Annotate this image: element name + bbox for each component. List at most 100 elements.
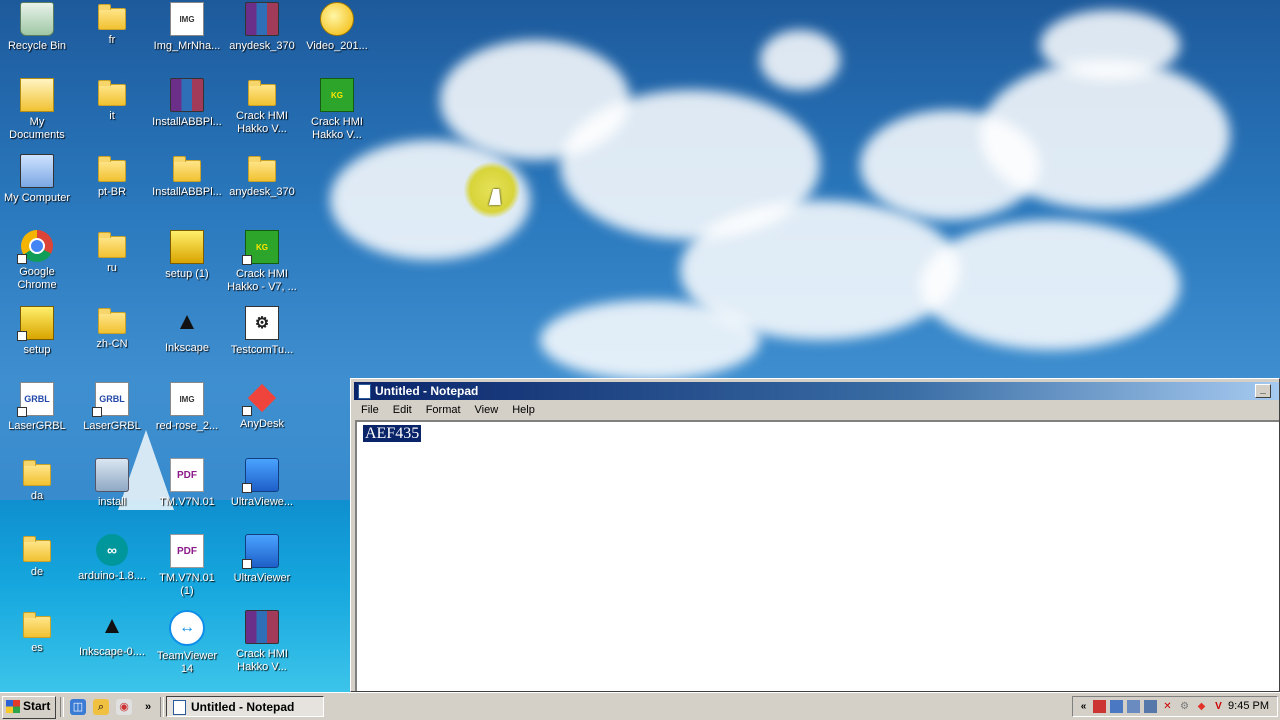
desktop-icon[interactable]: it [75, 76, 149, 146]
lasergrbl-icon: GRBL [92, 382, 129, 417]
desktop-icon-label: UltraViewer [233, 572, 291, 584]
desktop-icon-label: LaserGRBL [83, 420, 141, 432]
desktop-icon-label: red-rose_2... [155, 420, 219, 432]
clock[interactable]: 9:45 PM [1228, 700, 1269, 712]
task-button-label: Untitled - Notepad [191, 700, 295, 714]
desktop-icon-label: arduino-1.8.... [78, 570, 146, 582]
desktop-icon[interactable]: ∞ arduino-1.8.... [75, 532, 149, 602]
tray-display-icon[interactable] [1127, 700, 1140, 713]
desktop-icon[interactable]: KG Crack HMI Hakko - V7, ... [225, 228, 299, 298]
arduino-icon: ∞ [96, 534, 128, 566]
desktop-icon[interactable]: ▲ Inkscape [150, 304, 224, 374]
desktop-icon[interactable]: anydesk_370 [225, 0, 299, 70]
desktop-icon[interactable]: setup [0, 304, 74, 374]
folder-icon [98, 232, 126, 258]
desktop-icon[interactable]: KG Crack HMI Hakko V... [300, 76, 374, 146]
tray-expand-icon[interactable]: « [1077, 700, 1090, 713]
my-computer-icon [20, 154, 54, 188]
desktop-icon-label: Video_201... [306, 40, 368, 52]
tray-app-icon[interactable] [1093, 700, 1106, 713]
winrar-archive-icon [245, 2, 279, 36]
desktop-icon[interactable]: Crack HMI Hakko V... [225, 608, 299, 678]
menu-format[interactable]: Format [419, 404, 468, 416]
folder-icon [23, 612, 51, 638]
taskbar: Start ◫ ⌕ ◉ » Untitled - Notepad « ✕ ⚙ ◆… [0, 692, 1280, 720]
desktop-icon[interactable]: ↔ TeamViewer 14 [150, 608, 224, 678]
windows-flag-icon [6, 700, 20, 713]
desktop-icon[interactable]: Recycle Bin [0, 0, 74, 70]
folder-icon [98, 80, 126, 106]
notepad-title-bar[interactable]: Untitled - Notepad _ [354, 382, 1279, 400]
desktop-icon-label: Inkscape-0.... [78, 646, 146, 658]
taskbar-notepad-button[interactable]: Untitled - Notepad [166, 696, 324, 717]
desktop-icon[interactable]: IMG red-rose_2... [150, 380, 224, 450]
desktop-icon[interactable]: My Documents [0, 76, 74, 146]
winrar-archive-icon [170, 78, 204, 112]
desktop-icon[interactable]: Video_201... [300, 0, 374, 70]
desktop-icon[interactable]: InstallABBPl... [150, 152, 224, 222]
tray-status-icon[interactable]: ✕ [1161, 700, 1174, 713]
desktop-icon-label: install [97, 496, 127, 508]
desktop-icon[interactable]: ru [75, 228, 149, 298]
desktop-icon[interactable]: pt-BR [75, 152, 149, 222]
desktop-icon-label: setup [23, 344, 51, 356]
selected-text[interactable]: AEF435 [363, 425, 422, 442]
desktop-icon[interactable]: es [0, 608, 74, 678]
media-quick-launch-icon[interactable]: ◉ [116, 699, 132, 715]
desktop-icon[interactable]: GRBL LaserGRBL [75, 380, 149, 450]
desktop-icon-label: Google Chrome [17, 266, 57, 291]
menu-edit[interactable]: Edit [386, 404, 419, 416]
desktop-icon-label: es [31, 642, 43, 654]
menu-help[interactable]: Help [505, 404, 542, 416]
desktop-icon[interactable]: PDF TM.V7N.01 (1) [150, 532, 224, 602]
menu-view[interactable]: View [468, 404, 506, 416]
desktop-icon[interactable]: IMG Img_MrNha... [150, 0, 224, 70]
desktop-icon-label: fr [108, 34, 116, 46]
show-desktop-icon[interactable]: ◫ [70, 699, 86, 715]
desktop-icon[interactable]: UltraViewer [225, 532, 299, 602]
desktop-icon[interactable]: fr [75, 0, 149, 70]
desktop-icon[interactable]: ▲ Inkscape-0.... [75, 608, 149, 678]
tray-antivirus-icon[interactable]: V [1212, 700, 1225, 713]
desktop-icon-label: de [30, 566, 44, 578]
tray-anydesk-icon[interactable]: ◆ [1195, 700, 1208, 713]
menu-file[interactable]: File [354, 404, 386, 416]
desktop-icon[interactable]: PDF TM.V7N.01 [150, 456, 224, 526]
desktop-icon[interactable]: AnyDesk [225, 380, 299, 450]
start-label: Start [23, 699, 51, 713]
notepad-app-icon[interactable] [358, 384, 371, 399]
tray-settings-icon[interactable]: ⚙ [1178, 700, 1191, 713]
taskbar-separator [60, 697, 64, 717]
desktop-icon[interactable]: anydesk_370 [225, 152, 299, 222]
explorer-quick-launch-icon[interactable]: ⌕ [93, 699, 109, 715]
video-file-icon [320, 2, 354, 36]
lasergrbl-icon: GRBL [17, 382, 54, 417]
desktop-icon-label: it [109, 110, 115, 122]
inkscape-icon: ▲ [175, 308, 199, 335]
start-button[interactable]: Start [2, 696, 56, 719]
desktop-icon[interactable]: zh-CN [75, 304, 149, 374]
desktop-icon[interactable]: da [0, 456, 74, 526]
desktop-icon[interactable]: setup (1) [150, 228, 224, 298]
minimize-button[interactable]: _ [1255, 384, 1271, 398]
folder-icon [248, 156, 276, 182]
desktop-icon-label: LaserGRBL [8, 420, 66, 432]
desktop-icon[interactable]: My Computer [0, 152, 74, 222]
desktop-icon[interactable]: UltraViewe... [225, 456, 299, 526]
quick-launch-chevron-icon[interactable]: » [140, 699, 156, 715]
desktop-icon[interactable]: de [0, 532, 74, 602]
desktop-icon[interactable]: ⚙ TestcomTu... [225, 304, 299, 374]
notepad-menu-bar: File Edit Format View Help [354, 401, 542, 419]
notepad-text-area[interactable]: AEF435 [355, 420, 1279, 691]
tray-connection-icon[interactable] [1144, 700, 1157, 713]
tray-network-icon[interactable] [1110, 700, 1123, 713]
desktop-icon[interactable]: Google Chrome [0, 228, 74, 298]
desktop-icon[interactable]: Crack HMI Hakko V... [225, 76, 299, 146]
desktop-icon-label: setup (1) [165, 268, 209, 280]
desktop-icon[interactable]: InstallABBPl... [150, 76, 224, 146]
desktop-icon-label: Crack HMI Hakko - V7, ... [227, 268, 297, 293]
folder-icon [23, 536, 51, 562]
desktop-icon[interactable]: GRBL LaserGRBL [0, 380, 74, 450]
desktop-icon-label: Img_MrNha... [153, 40, 221, 52]
desktop-icon[interactable]: install [75, 456, 149, 526]
